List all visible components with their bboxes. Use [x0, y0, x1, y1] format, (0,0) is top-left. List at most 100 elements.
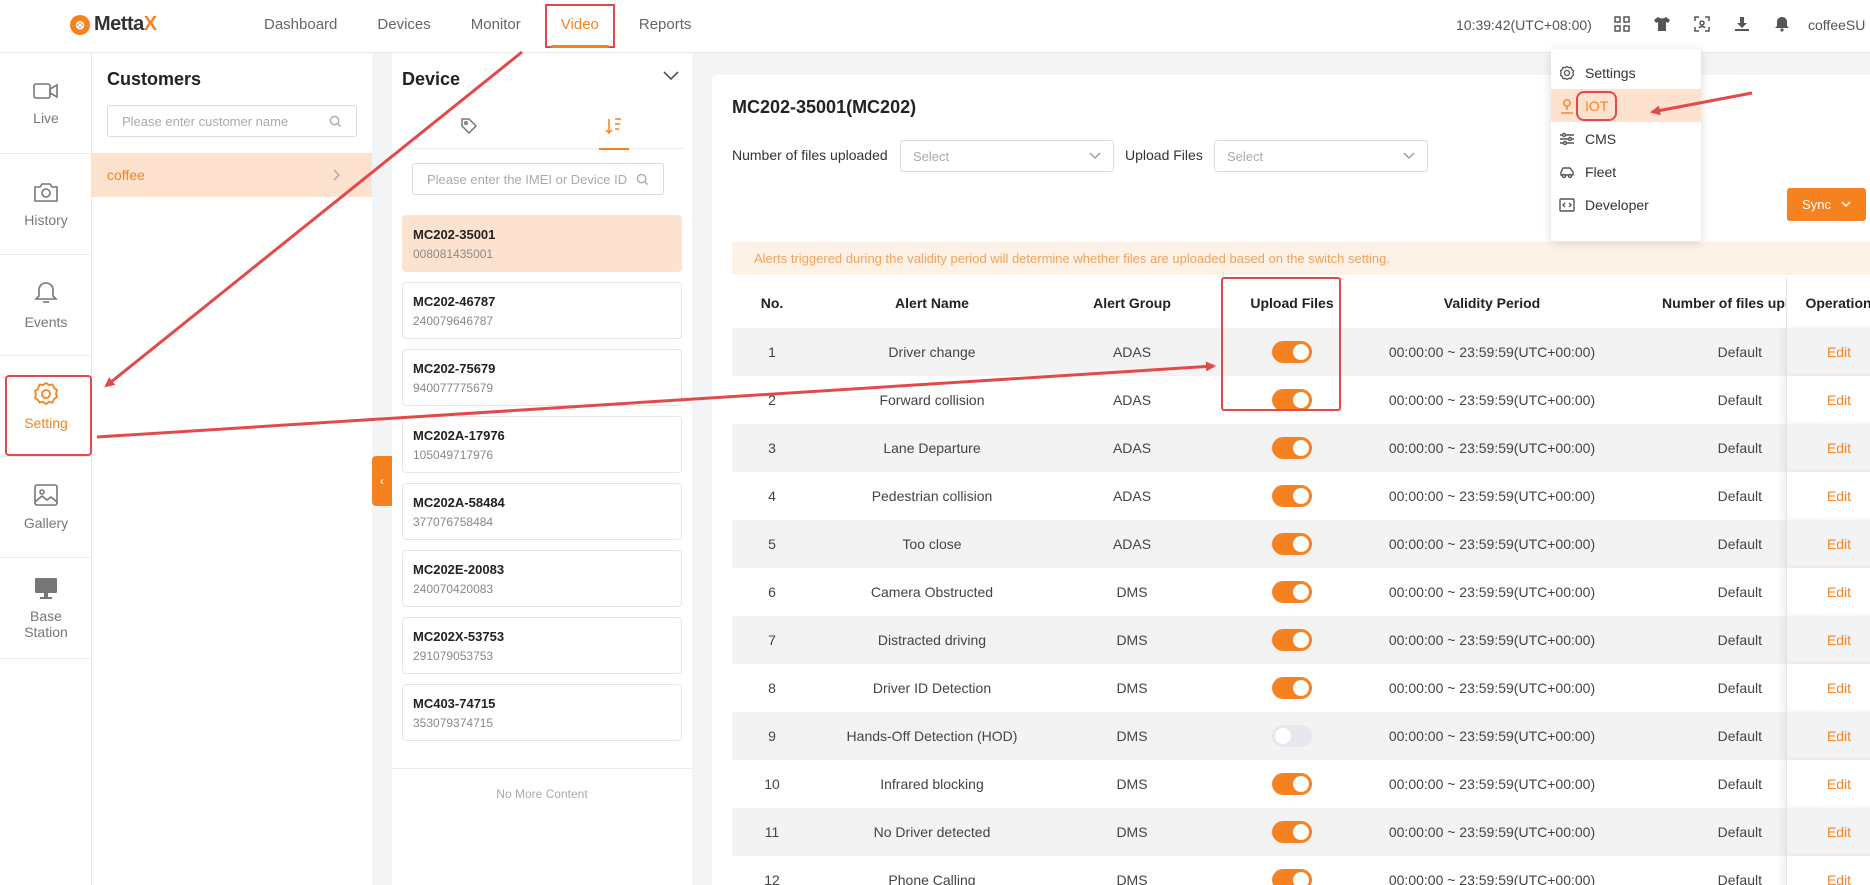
rail-history[interactable]: History: [0, 154, 92, 255]
edit-link[interactable]: Edit: [1787, 568, 1870, 616]
device-search-input[interactable]: Please enter the IMEI or Device ID: [412, 163, 664, 195]
menu-developer[interactable]: Developer: [1551, 188, 1701, 221]
device-name: MC202X-53753: [413, 629, 505, 644]
device-id: 940077775679: [413, 381, 494, 395]
cell-files-uploaded: Default: [1717, 488, 1762, 504]
upload-files-toggle[interactable]: [1272, 869, 1312, 885]
nav-monitor[interactable]: Monitor: [451, 0, 541, 52]
device-list-item[interactable]: MC403-74715 353079374715: [402, 684, 682, 741]
upload-files-toggle[interactable]: [1272, 725, 1312, 747]
logo-mark-icon: ⊗: [70, 14, 90, 35]
cell-no: 8: [768, 680, 776, 696]
nav-devices[interactable]: Devices: [357, 0, 450, 52]
upload-files-toggle[interactable]: [1272, 341, 1312, 363]
cell-validity-period: 00:00:00 ~ 23:59:59(UTC+00:00): [1388, 776, 1596, 792]
operation-cell: Edit: [1786, 520, 1870, 568]
edit-link[interactable]: Edit: [1787, 856, 1870, 885]
cell-alert-name: Hands-Off Detection (HOD): [846, 728, 1018, 744]
shirt-icon[interactable]: [1652, 14, 1672, 34]
device-name: MC202-75679: [413, 361, 496, 376]
device-list-item[interactable]: MC202-35001 008081435001: [402, 215, 682, 272]
sort-icon[interactable]: [599, 117, 629, 150]
download-icon[interactable]: [1732, 14, 1752, 34]
upload-files-toggle[interactable]: [1272, 485, 1312, 507]
nav-reports[interactable]: Reports: [619, 0, 712, 52]
device-list-item[interactable]: MC202-46787 240079646787: [402, 282, 682, 339]
scan-icon[interactable]: [1692, 14, 1712, 34]
device-name: MC202A-17976: [413, 428, 505, 443]
cell-validity-period: 00:00:00 ~ 23:59:59(UTC+00:00): [1388, 824, 1596, 840]
cell-no: 1: [768, 344, 776, 360]
upload-files-select[interactable]: Select: [1214, 140, 1428, 172]
rail-base-station[interactable]: Base Station: [0, 558, 92, 659]
device-list-item[interactable]: MC202X-53753 291079053753: [402, 617, 682, 674]
edit-link[interactable]: Edit: [1787, 664, 1870, 712]
device-name: MC202E-20083: [413, 562, 505, 577]
upload-files-toggle[interactable]: [1272, 773, 1312, 795]
cell-files-uploaded: Default: [1717, 776, 1762, 792]
edit-link[interactable]: Edit: [1787, 808, 1870, 856]
edit-link[interactable]: Edit: [1787, 376, 1870, 424]
bell-icon[interactable]: [1772, 14, 1792, 34]
customer-search-input[interactable]: Please enter customer name: [107, 105, 357, 137]
customers-panel: Customers Please enter customer name cof…: [92, 53, 372, 885]
cell-no: 5: [768, 536, 776, 552]
logo[interactable]: ⊗ MettaX: [70, 13, 157, 36]
customer-item[interactable]: coffee: [92, 153, 372, 197]
rail-setting[interactable]: Setting: [0, 356, 92, 457]
device-list-item[interactable]: MC202A-58484 377076758484: [402, 483, 682, 540]
top-icon-bar: [1612, 14, 1792, 34]
edit-link[interactable]: Edit: [1787, 616, 1870, 664]
edit-link[interactable]: Edit: [1787, 520, 1870, 568]
cell-files-uploaded: Default: [1717, 536, 1762, 552]
device-list-item[interactable]: MC202E-20083 240070420083: [402, 550, 682, 607]
device-id: 240079646787: [413, 314, 494, 328]
menu-settings[interactable]: Settings: [1551, 56, 1701, 89]
edit-link[interactable]: Edit: [1787, 712, 1870, 760]
camera-icon: [34, 183, 58, 202]
edit-link[interactable]: Edit: [1787, 472, 1870, 520]
device-id: 377076758484: [413, 515, 494, 529]
cell-files-uploaded: Default: [1717, 824, 1762, 840]
upload-files-toggle[interactable]: [1272, 821, 1312, 843]
rail-events[interactable]: Events: [0, 255, 92, 356]
cell-files-uploaded: Default: [1717, 632, 1762, 648]
chevron-down-icon[interactable]: [662, 69, 680, 87]
cell-validity-period: 00:00:00 ~ 23:59:59(UTC+00:00): [1388, 536, 1596, 552]
menu-fleet[interactable]: Fleet: [1551, 155, 1701, 188]
edit-link[interactable]: Edit: [1787, 328, 1870, 376]
device-list-item[interactable]: MC202-75679 940077775679: [402, 349, 682, 406]
cell-alert-group: DMS: [1116, 584, 1148, 600]
operation-cell: Edit: [1786, 568, 1870, 616]
upload-files-toggle[interactable]: [1272, 389, 1312, 411]
menu-iot[interactable]: IOT: [1551, 89, 1701, 122]
rail-live[interactable]: Live: [0, 53, 92, 154]
grid-icon[interactable]: [1612, 14, 1632, 34]
upload-files-toggle[interactable]: [1272, 677, 1312, 699]
upload-files-toggle[interactable]: [1272, 533, 1312, 555]
table-row: 11 No Driver detected DMS 00:00:00 ~ 23:59:…: [732, 808, 1870, 856]
rail-gallery[interactable]: Gallery: [0, 457, 92, 558]
table-header: No. Alert Name Alert Group Upload Files …: [732, 278, 1870, 328]
device-name: MC202-46787: [413, 294, 496, 309]
upload-files-toggle[interactable]: [1272, 629, 1312, 651]
gear-icon: [1559, 65, 1575, 80]
collapse-panel-button[interactable]: ‹: [372, 456, 392, 506]
cell-alert-group: DMS: [1116, 776, 1148, 792]
user-name[interactable]: coffeeSU: [1808, 17, 1865, 33]
files-uploaded-select[interactable]: Select: [900, 140, 1114, 172]
device-list-item[interactable]: MC202A-17976 105049717976: [402, 416, 682, 473]
upload-files-toggle[interactable]: [1272, 581, 1312, 603]
edit-link[interactable]: Edit: [1787, 424, 1870, 472]
logo-text: MettaX: [94, 13, 157, 35]
tag-icon[interactable]: [460, 117, 478, 140]
cell-alert-name: Driver ID Detection: [872, 680, 992, 696]
nav-dashboard[interactable]: Dashboard: [244, 0, 357, 52]
sync-button[interactable]: Sync: [1787, 188, 1866, 221]
edit-link[interactable]: Edit: [1787, 760, 1870, 808]
nav-video[interactable]: Video: [541, 0, 619, 52]
col-validity-period: Validity Period: [1443, 295, 1541, 311]
chevron-down-icon: [1841, 201, 1851, 208]
upload-files-toggle[interactable]: [1272, 437, 1312, 459]
menu-cms[interactable]: CMS: [1551, 122, 1701, 155]
